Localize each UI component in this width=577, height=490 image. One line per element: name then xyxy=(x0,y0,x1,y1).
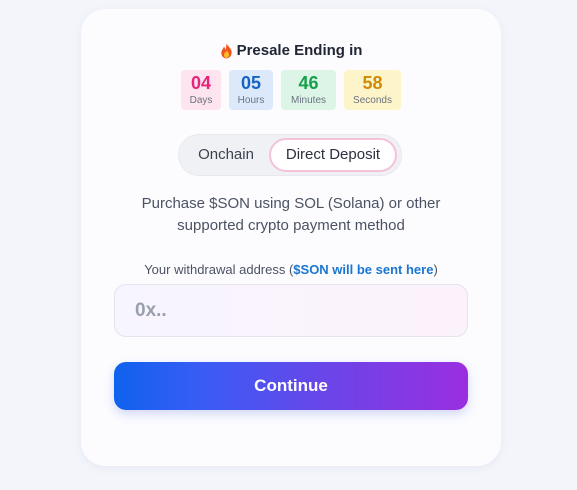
countdown-minutes-label: Minutes xyxy=(290,95,326,106)
withdrawal-address-field xyxy=(114,284,468,337)
withdrawal-address-input[interactable] xyxy=(115,285,467,336)
countdown-seconds: 58 Seconds xyxy=(344,70,401,110)
withdrawal-address-label: Your withdrawal address ($SON will be se… xyxy=(81,262,501,277)
countdown-seconds-label: Seconds xyxy=(353,95,392,106)
tab-direct-deposit[interactable]: Direct Deposit xyxy=(269,138,397,172)
countdown-minutes: 46 Minutes xyxy=(281,70,336,110)
presale-header: Presale Ending in xyxy=(81,42,501,59)
countdown-hours: 05 Hours xyxy=(229,70,273,110)
countdown-days-value: 04 xyxy=(190,73,212,93)
countdown-timer: 04 Days 05 Hours 46 Minutes 58 Seconds xyxy=(81,70,501,110)
countdown-hours-label: Hours xyxy=(237,95,265,106)
purchase-description: Purchase $SON using SOL (Solana) or othe… xyxy=(141,195,441,234)
fire-icon xyxy=(220,43,233,59)
tab-onchain[interactable]: Onchain xyxy=(183,138,269,172)
continue-button[interactable]: Continue xyxy=(114,362,468,410)
withdrawal-label-highlight: $SON will be sent here xyxy=(293,262,434,277)
withdrawal-label-suffix: ) xyxy=(433,262,438,277)
presale-card: Presale Ending in 04 Days 05 Hours 46 Minutes… xyxy=(81,9,501,466)
countdown-minutes-value: 46 xyxy=(298,73,319,93)
withdrawal-label-prefix: Your withdrawal address ( xyxy=(144,262,294,277)
countdown-hours-value: 05 xyxy=(240,73,262,93)
countdown-seconds-value: 58 xyxy=(362,73,383,93)
presale-title: Presale Ending in xyxy=(236,42,363,59)
countdown-days-label: Days xyxy=(189,95,213,106)
countdown-days: 04 Days xyxy=(181,70,221,110)
payment-method-tabs: Onchain Direct Deposit xyxy=(178,134,402,176)
